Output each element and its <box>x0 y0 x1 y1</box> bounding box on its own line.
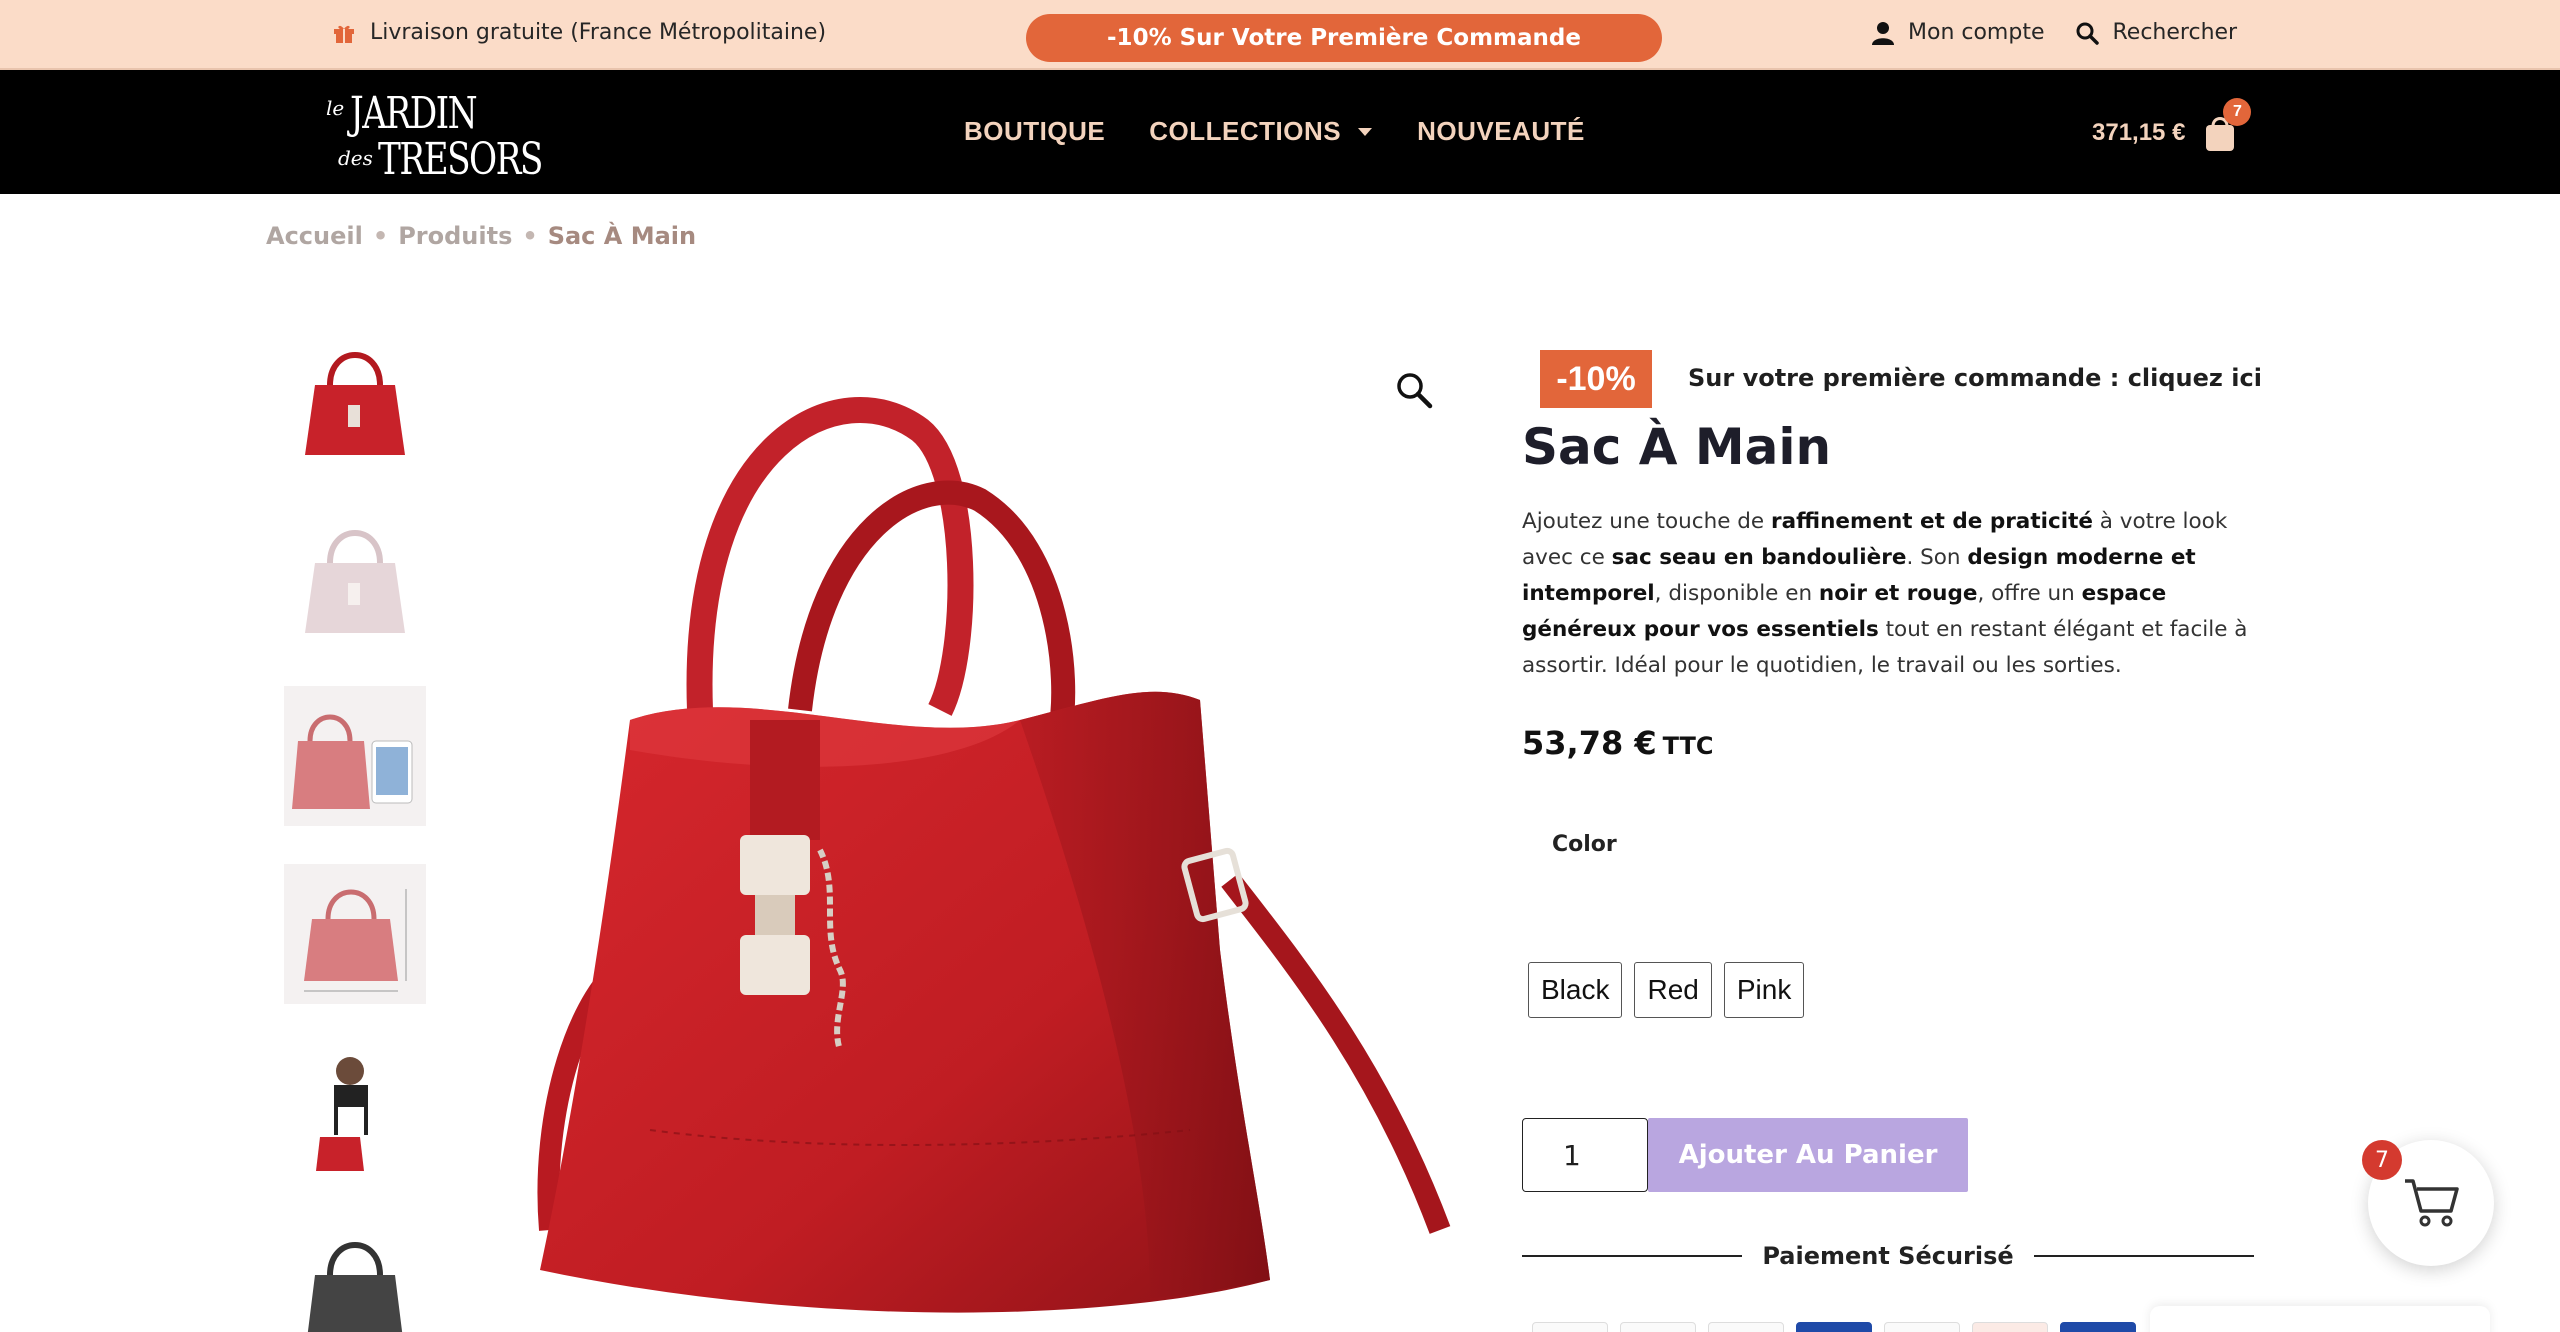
payment-logo <box>1532 1322 1608 1332</box>
product-title: Sac À Main <box>1522 418 1832 476</box>
amex-logo <box>1796 1322 1872 1332</box>
free-shipping-text: Livraison gratuite (France Métropolitain… <box>370 20 827 45</box>
nav-nouveaute[interactable]: NOUVEAUTÉ <box>1417 116 1585 147</box>
logo-jardin: JARDIN <box>350 88 478 139</box>
red-bag-tablet-thumbnail-image <box>292 714 413 809</box>
divider-line <box>2033 1255 2254 1257</box>
price-suffix: TTC <box>1662 732 1714 760</box>
desc-bold: sac seau en bandoulière <box>1611 545 1907 570</box>
color-option-pink[interactable]: Pink <box>1723 962 1805 1018</box>
pink-bag-thumbnail-image <box>305 530 405 633</box>
secure-payment-label: Paiement Sécurisé <box>1762 1242 2014 1270</box>
main-header: le JARDIN des TRESORS BOUTIQUE COLLECTIO… <box>0 70 2560 194</box>
divider-line <box>1522 1255 1743 1257</box>
payment-logo <box>1620 1322 1696 1332</box>
main-nav: BOUTIQUE COLLECTIONS NOUVEAUTÉ <box>964 116 1629 147</box>
breadcrumb: Accueil • Produits • Sac À Main <box>266 222 696 250</box>
site-logo[interactable]: le JARDIN des TRESORS <box>322 88 543 185</box>
zoom-icon[interactable] <box>1394 370 1434 410</box>
search-label: Rechercher <box>2112 20 2238 45</box>
discount-badge[interactable]: -10% <box>1540 350 1652 408</box>
search-link[interactable]: Rechercher <box>2075 20 2238 45</box>
nav-nouveaute-label: NOUVEAUTÉ <box>1417 116 1585 146</box>
payment-logo <box>1708 1322 1784 1332</box>
account-link[interactable]: Mon compte <box>1872 20 2045 45</box>
breadcrumb-home[interactable]: Accueil <box>266 222 363 250</box>
product-price: 53,78 € TTC <box>1522 724 1714 762</box>
desc-bold: noir et rouge <box>1818 581 1978 606</box>
desc-text: , disponible en <box>1654 581 1819 606</box>
red-bag-thumbnail-image <box>305 352 405 455</box>
floating-cart-count-badge: 7 <box>2362 1140 2402 1180</box>
cart-icon <box>2405 1179 2459 1227</box>
desc-text: , offre un <box>1977 581 2082 606</box>
first-order-promo-link[interactable]: Sur votre première commande : cliquez ic… <box>1688 364 2262 392</box>
product-thumbnails <box>284 330 426 1332</box>
nav-collections[interactable]: COLLECTIONS <box>1149 116 1373 147</box>
header-cart[interactable]: 371,15 € 7 <box>2092 98 2252 152</box>
logo-des: des <box>338 146 373 170</box>
thumbnail-pink-bag[interactable] <box>284 508 426 648</box>
breadcrumb-separator: • <box>372 222 389 250</box>
desc-text: Ajoutez une touche de <box>1522 509 1771 534</box>
shopping-bag-icon: 7 <box>2203 98 2252 152</box>
secure-payment-divider: Paiement Sécurisé <box>1522 1236 2254 1276</box>
payment-logos <box>1532 1322 2136 1332</box>
logo-le: le <box>326 96 345 120</box>
nav-collections-label: COLLECTIONS <box>1149 116 1342 146</box>
thumbnail-model-with-red-bag[interactable] <box>284 1042 426 1182</box>
cart-total: 371,15 € <box>2092 119 2186 146</box>
account-label: Mon compte <box>1908 20 2045 45</box>
mastercard-logo <box>1972 1322 2048 1332</box>
caret-down-icon <box>1358 127 1373 136</box>
quantity-input[interactable]: 1 <box>1522 1118 1648 1192</box>
search-icon <box>2076 22 2099 45</box>
red-handbag-image <box>537 397 1451 1313</box>
thumbnail-red-bag-dimensions[interactable] <box>284 864 426 1004</box>
black-bag-thumbnail-image <box>307 1242 403 1332</box>
logo-tresors: TRESORS <box>378 134 543 185</box>
first-order-promo-button[interactable]: -10% Sur Votre Première Commande <box>1026 14 1662 62</box>
color-option-red[interactable]: Red <box>1634 962 1712 1018</box>
free-shipping-notice: Livraison gratuite (France Métropolitain… <box>332 20 826 45</box>
model-thumbnail-image <box>316 1057 368 1171</box>
breadcrumb-current: Sac À Main <box>547 222 697 250</box>
product-description: Ajoutez une touche de raffinement et de … <box>1522 504 2262 684</box>
thumbnail-red-bag-with-tablet[interactable] <box>284 686 426 826</box>
color-options: Black Red Pink <box>1528 962 1805 1018</box>
price-value: 53,78 € <box>1522 724 1657 762</box>
payment-logo <box>1884 1322 1960 1332</box>
add-to-cart-button[interactable]: Ajouter Au Panier <box>1648 1118 1968 1192</box>
nav-boutique-label: BOUTIQUE <box>964 116 1106 146</box>
red-bag-dimensions-thumbnail-image <box>304 889 407 992</box>
nav-boutique[interactable]: BOUTIQUE <box>964 116 1105 147</box>
color-option-black[interactable]: Black <box>1528 962 1623 1018</box>
thumbnail-red-bag[interactable] <box>284 330 426 470</box>
gift-icon <box>334 25 354 43</box>
color-label: Color <box>1552 832 1617 857</box>
desc-bold: raffinement et de praticité <box>1770 509 2093 534</box>
cart-count-badge: 7 <box>2223 98 2252 126</box>
thumbnail-black-bag[interactable] <box>284 1220 426 1332</box>
user-icon <box>1872 21 1894 45</box>
visa-logo <box>2060 1322 2136 1332</box>
main-product-image[interactable] <box>500 350 1460 1332</box>
desc-text: . Son <box>1906 545 1968 570</box>
breadcrumb-separator: • <box>522 222 538 250</box>
top-announcement-bar: Livraison gratuite (France Métropolitain… <box>0 0 2560 70</box>
breadcrumb-products[interactable]: Produits <box>398 222 512 250</box>
bottom-popup-card <box>2150 1306 2490 1332</box>
